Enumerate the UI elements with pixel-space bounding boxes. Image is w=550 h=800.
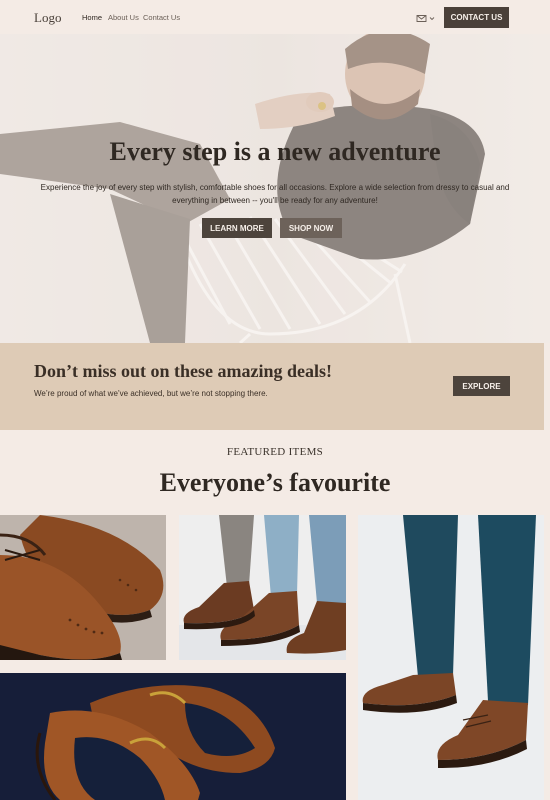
featured-title: Everyone’s favourite bbox=[159, 468, 391, 497]
nav-link-home[interactable]: Home bbox=[82, 13, 102, 22]
hero-title: Every step is a new adventure bbox=[109, 137, 441, 166]
shop-now-button[interactable]: SHOP NOW bbox=[280, 218, 342, 238]
brogues-image bbox=[0, 515, 166, 660]
hero-section: Every step is a new adventure Experience… bbox=[0, 34, 550, 343]
loafers-image bbox=[0, 673, 346, 800]
nav-link-about[interactable]: About Us bbox=[108, 13, 139, 22]
explore-button[interactable]: EXPLORE bbox=[453, 376, 510, 396]
cart-icon bbox=[416, 14, 427, 22]
oxfords-image bbox=[358, 515, 544, 800]
contact-us-button[interactable]: CONTACT US bbox=[444, 7, 509, 28]
cart-dropdown[interactable] bbox=[416, 12, 438, 24]
hero-description: Experience the joy of every step with st… bbox=[40, 183, 510, 205]
learn-more-button[interactable]: LEARN MORE bbox=[202, 218, 272, 238]
logo[interactable]: Logo bbox=[34, 10, 61, 26]
featured-item-brogues[interactable] bbox=[0, 515, 166, 660]
featured-item-boots[interactable] bbox=[179, 515, 346, 660]
featured-item-oxfords[interactable] bbox=[358, 515, 544, 800]
top-nav: Logo Home About Us Contact Us CONTACT US bbox=[0, 0, 550, 34]
deals-banner: Don’t miss out on these amazing deals! W… bbox=[0, 343, 544, 430]
featured-eyebrow: FEATURED ITEMS bbox=[226, 446, 324, 458]
featured-item-loafers[interactable] bbox=[0, 673, 346, 800]
deals-title: Don’t miss out on these amazing deals! bbox=[34, 361, 333, 381]
boots-image bbox=[179, 515, 346, 660]
chevron-down-icon bbox=[429, 16, 435, 20]
nav-link-contact[interactable]: Contact Us bbox=[143, 13, 180, 22]
deals-description: We’re proud of what we’ve achieved, but … bbox=[34, 389, 268, 398]
